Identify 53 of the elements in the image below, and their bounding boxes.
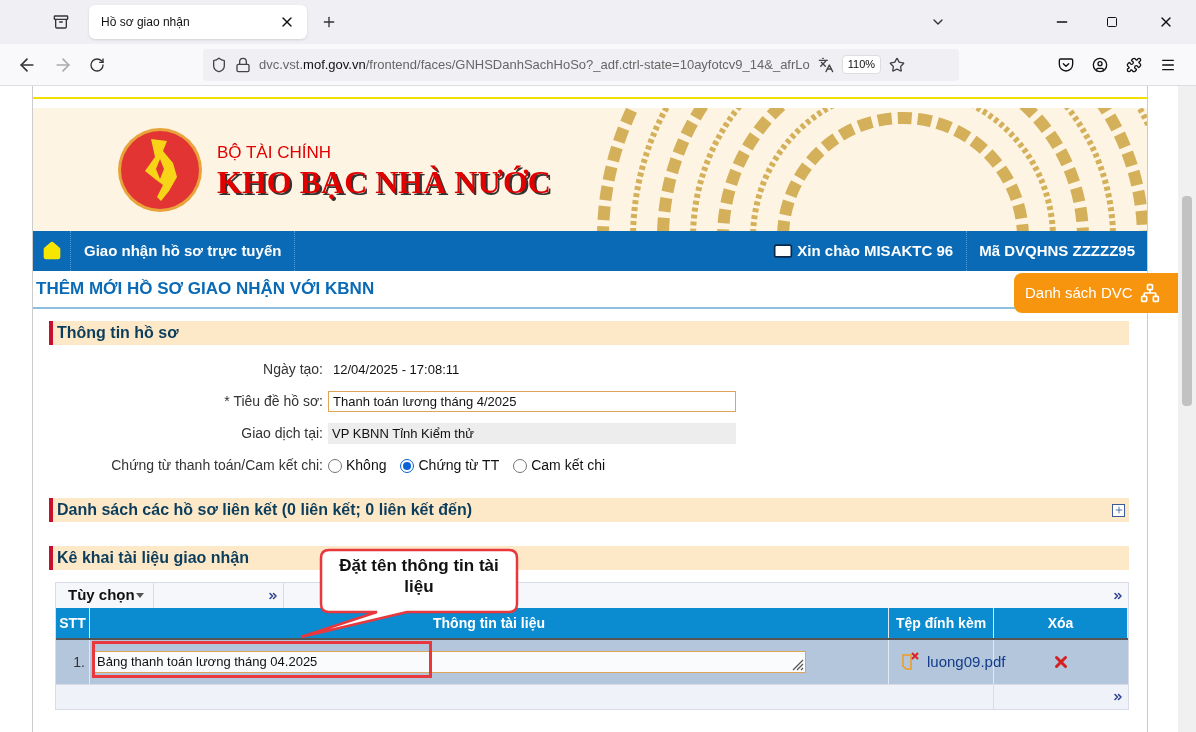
ministry-name: BỘ TÀI CHÍNH [217, 141, 332, 164]
section-title: Kê khai tài liệu giao nhận [57, 548, 250, 568]
section-title: Thông tin hồ sơ [57, 323, 179, 343]
greeting-text: Xin chào MISAKTC 96 [797, 240, 954, 261]
attachment-link[interactable]: luong09.pdf [927, 650, 1006, 674]
created-date-value: 12/04/2025 - 17:08:11 [332, 360, 461, 379]
resize-grip-icon [790, 657, 804, 671]
document-info-input[interactable]: Bảng thanh toán lương tháng 04.2025 [94, 651, 806, 673]
nav-link[interactable]: Giao nhận hồ sơ trực tuyến [71, 231, 296, 271]
options-menu[interactable]: Tùy chọn [68, 584, 135, 607]
browser-tab[interactable]: Hồ sơ giao nhận [89, 5, 307, 39]
record-title-input[interactable]: Thanh toán lương tháng 4/2025 [328, 391, 736, 412]
transaction-place-field: VP KBNN Tỉnh Kiểm thử [328, 423, 736, 444]
url-text[interactable]: dvc.vst.mof.gov.vn/frontend/faces/GNHSDanhSachHoSo?_adf.ctrl-state=10ayfotcv9_14&_afrLo [259, 54, 810, 75]
shield-icon[interactable] [211, 56, 227, 73]
radio-label[interactable]: Không [346, 455, 387, 476]
user-card-icon [773, 241, 794, 261]
agency-name: KHO BẠC NHÀ NƯỚC [217, 165, 551, 200]
bookmark-star-icon[interactable] [889, 56, 906, 73]
sitemap-icon [1139, 283, 1160, 303]
pocket-icon[interactable] [1058, 56, 1074, 73]
radio-label[interactable]: Cam kết chi [531, 455, 606, 476]
expand-icon[interactable] [1112, 503, 1125, 517]
radio-button[interactable] [400, 458, 415, 473]
translate-icon[interactable] [817, 56, 834, 73]
file-remove-icon[interactable] [901, 652, 921, 672]
field-label: Chứng từ thanh toán/Cam kết chi: [110, 456, 324, 475]
page-title: THÊM MỚI HỒ SƠ GIAO NHẬN VỚI KBNN [36, 278, 375, 301]
section-title: Danh sách các hồ sơ liên kết (0 liên kết; 0 liên kết đến) [57, 500, 473, 520]
field-label: Ngày tạo: [262, 360, 324, 379]
extensions-icon[interactable] [1126, 56, 1142, 73]
dropdown-caret-icon[interactable] [135, 593, 144, 598]
account-icon[interactable] [1092, 56, 1108, 73]
field-label: Giao dịch tại: [240, 424, 324, 443]
column-header: STT [56, 608, 90, 638]
zoom-level[interactable]: 110% [841, 55, 882, 74]
radio-button[interactable] [328, 458, 342, 473]
delete-icon[interactable] [1052, 653, 1070, 671]
expand-footer-icon[interactable] [1112, 691, 1124, 703]
address-bar[interactable]: dvc.vst.mof.gov.vn/frontend/faces/GNHSDanhSachHoSo?_adf.ctrl-state=10ayfotcv9_14&_afrLo 110% [203, 48, 959, 81]
radio-button[interactable] [513, 458, 528, 473]
radio-label[interactable]: Chứng từ TT [418, 455, 500, 476]
home-icon[interactable] [41, 241, 62, 261]
new-tab-icon[interactable] [321, 14, 337, 30]
field-label: * Tiêu đề hồ sơ: [223, 392, 324, 411]
lock-icon[interactable] [235, 56, 251, 73]
reload-icon[interactable] [89, 56, 105, 73]
column-header: Tệp đính kèm [889, 608, 994, 638]
callout-text: Đặt tên thông tin tài liệu [339, 555, 499, 597]
tab-list-icon[interactable] [53, 14, 69, 30]
maximize-icon[interactable] [1106, 16, 1118, 28]
unit-code-text: Mã DVQHNS ZZZZZ95 [978, 240, 1136, 261]
column-header: Xóa [994, 608, 1128, 638]
